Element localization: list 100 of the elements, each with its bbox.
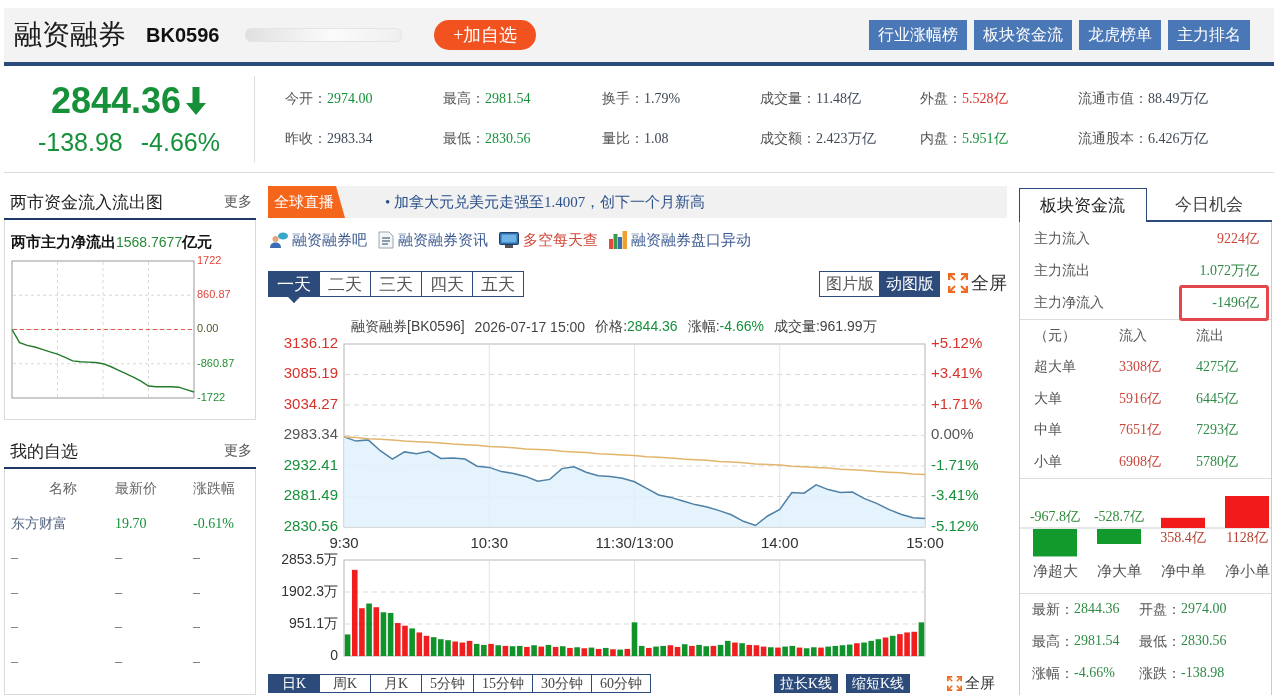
stat-label: 昨收： (285, 130, 327, 148)
kline-tab[interactable]: 5分钟 (421, 674, 474, 693)
stat-label: 内盘： (920, 130, 962, 148)
nav-button[interactable]: 主力排名 (1168, 20, 1250, 50)
axis-label: 2932.41 (283, 455, 338, 473)
quote-label: 涨幅： (1032, 664, 1074, 683)
add-watchlist-button[interactable]: +加自选 (434, 20, 537, 50)
kline-tab[interactable]: 月K (370, 674, 422, 693)
panel-tab[interactable]: 板块资金流 (1019, 188, 1147, 222)
axis-label: 11:30/13:00 (595, 533, 674, 551)
chart-time: 2026-07-17 15:00 (474, 319, 586, 335)
axis-label: 10:30 (470, 533, 508, 551)
kline-tab[interactable]: 60分钟 (591, 674, 651, 693)
axis-label: 2830.56 (283, 516, 338, 534)
table-cell: 4275亿 (1196, 358, 1238, 377)
news-link[interactable]: • 加拿大元兑美元走强至1.4007，创下一个月新高 (385, 192, 706, 212)
sector-code: BK0596 (146, 23, 220, 47)
live-tag: 全球直播 (268, 186, 345, 218)
quote-label: 涨跌： (1139, 664, 1181, 683)
axis-label: 3085.19 (283, 364, 338, 382)
kline-tab[interactable]: 周K (319, 674, 371, 693)
axis-label: 0.00% (931, 425, 974, 443)
table-cell: 小单 (1034, 452, 1062, 471)
stat-label: 外盘： (920, 90, 962, 108)
more-link[interactable]: 更多 (224, 193, 252, 211)
period-tab[interactable]: 四天 (421, 271, 473, 297)
stat-value: 5.951亿 (962, 130, 1008, 148)
flow-label: 主力流入 (1034, 230, 1090, 248)
period-tab[interactable]: 五天 (472, 271, 524, 297)
fullscreen-icon (948, 273, 968, 293)
category-label: 净大单 (1096, 562, 1142, 579)
quick-link[interactable]: 多空每天查 (499, 230, 598, 250)
nav-button[interactable]: 板块资金流 (974, 20, 1072, 50)
kline-tab[interactable]: 15分钟 (473, 674, 533, 693)
fullscreen-link[interactable]: 全屏 (947, 674, 995, 693)
quote-label: 最低： (1139, 632, 1181, 651)
stat-value: 5.528亿 (962, 90, 1008, 108)
fullscreen-link[interactable]: 全屏 (948, 271, 1007, 295)
axis-label: 1722 (197, 256, 222, 266)
axis-label: -3.41% (931, 486, 979, 504)
chart-name: 融资融券[BK0596] (351, 318, 465, 336)
page-title: 融资融券 (14, 18, 126, 52)
table-cell: – (193, 619, 200, 636)
stat-value: 2.423万亿 (816, 130, 876, 148)
table-cell: 5780亿 (1196, 452, 1238, 471)
table-cell: 大单 (1034, 389, 1062, 408)
view-tab[interactable]: 图片版 (819, 271, 880, 297)
info-value: 2844.36 (627, 318, 678, 336)
bar-chart-icon (609, 231, 627, 249)
quick-link[interactable]: 融资融券吧 (270, 230, 367, 250)
value-label: -528.7亿 (1093, 508, 1145, 524)
stat-value: 2974.00 (327, 90, 373, 108)
axis-label: 860.87 (197, 288, 231, 301)
info-value: 961.99万 (819, 318, 877, 336)
axis-label: 9:30 (329, 533, 359, 551)
quick-link[interactable]: 融资融券盘口异动 (609, 230, 751, 250)
quote-value: -4.66% (1074, 664, 1115, 682)
quote-value: 2981.54 (1074, 632, 1120, 650)
column-header: 名称 (49, 480, 77, 499)
more-link[interactable]: 更多 (224, 442, 252, 460)
stat-value: 6.426万亿 (1148, 130, 1208, 148)
kline-button[interactable]: 缩短K线 (846, 674, 910, 693)
stat-label: 流通市值： (1078, 90, 1148, 108)
view-tab[interactable]: 动图版 (879, 271, 940, 297)
axis-label: 0.00 (197, 322, 219, 335)
category-label: 净中单 (1160, 562, 1206, 579)
quote-value: -138.98 (1181, 664, 1225, 682)
table-cell: 6445亿 (1196, 389, 1238, 408)
stat-value: 88.49万亿 (1148, 90, 1208, 108)
quote-value: 2974.00 (1181, 600, 1227, 618)
period-tab[interactable]: 一天 (268, 271, 320, 303)
kline-tab[interactable]: 日K (268, 674, 320, 693)
table-cell: – (115, 584, 122, 601)
category-label: 净小单 (1224, 562, 1270, 579)
category-label: 净超大 (1032, 562, 1078, 579)
table-cell: 3308亿 (1119, 358, 1161, 377)
quote-label: 最高： (1032, 632, 1074, 651)
kline-button[interactable]: 拉长K线 (774, 674, 838, 693)
nav-button[interactable]: 龙虎榜单 (1079, 20, 1161, 50)
stat-label: 换手： (602, 90, 644, 108)
kline-tab[interactable]: 30分钟 (532, 674, 592, 693)
quick-link[interactable]: 融资融券资讯 (378, 230, 488, 250)
nav-button[interactable]: 行业涨幅榜 (869, 20, 967, 50)
axis-label: -5.12% (931, 516, 979, 534)
document-icon (378, 231, 394, 249)
column-header: 最新价 (115, 480, 157, 499)
table-cell: 19.70 (115, 515, 147, 532)
axis-label: 3136.12 (283, 336, 338, 351)
value-label: 358.4亿 (1160, 529, 1206, 545)
quote-value: 2830.56 (1181, 632, 1227, 650)
table-cell: – (11, 619, 18, 636)
table-cell: – (193, 653, 200, 670)
stat-value: 2983.34 (327, 130, 373, 148)
stat-label: 成交额： (760, 130, 816, 148)
table-cell: 超大单 (1034, 358, 1076, 377)
period-tab[interactable]: 三天 (370, 271, 422, 297)
table-cell: 中单 (1034, 421, 1062, 440)
period-tab[interactable]: 二天 (319, 271, 371, 297)
stat-label: 最高： (443, 90, 485, 108)
axis-label: 1902.3万 (281, 582, 338, 599)
